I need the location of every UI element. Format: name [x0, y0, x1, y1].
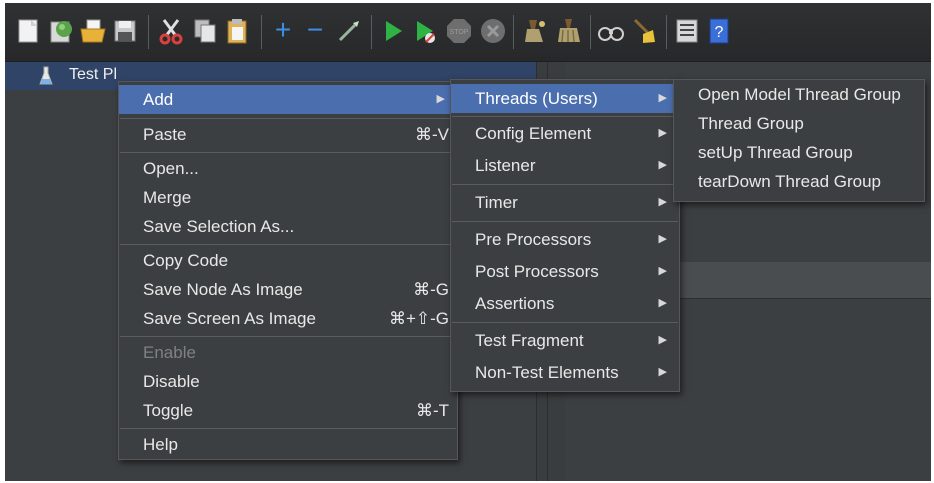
menu-item-copy-code[interactable]: Copy Code [119, 246, 457, 275]
menu-separator [452, 221, 678, 222]
submenu-item-post-processors[interactable]: Post Processors ▶ [451, 257, 679, 286]
new-icon[interactable] [14, 17, 42, 45]
menu-item-disable[interactable]: Disable [119, 367, 457, 396]
svg-text:STOP: STOP [450, 29, 469, 36]
menu-item-paste[interactable]: Paste ⌘-V [119, 120, 457, 149]
submenu-item-teardown-thread-group[interactable]: tearDown Thread Group [674, 167, 924, 196]
toggle-icon[interactable] [335, 17, 363, 45]
toolbar: + − STOP ? [5, 3, 931, 62]
shutdown-icon[interactable] [479, 17, 507, 45]
threads-submenu: Open Model Thread Group Thread Group set… [673, 79, 925, 202]
menu-item-merge[interactable]: Merge [119, 183, 457, 212]
submenu-item-assertions[interactable]: Assertions ▶ [451, 289, 679, 318]
submenu-item-open-model-thread-group[interactable]: Open Model Thread Group [674, 80, 924, 109]
paste-icon[interactable] [223, 17, 251, 45]
toolbar-separator [261, 15, 262, 49]
stop-icon[interactable]: STOP [445, 17, 473, 45]
toolbar-separator [666, 15, 667, 49]
add-submenu: Threads (Users) ▶ Config Element ▶ Liste… [450, 79, 680, 392]
toolbar-separator [148, 15, 149, 49]
help-icon[interactable]: ? [705, 17, 733, 45]
menu-separator [120, 336, 456, 337]
menu-separator [120, 152, 456, 153]
menu-item-save-selection-as[interactable]: Save Selection As... [119, 212, 457, 241]
submenu-item-non-test-elements[interactable]: Non-Test Elements ▶ [451, 358, 679, 387]
menu-separator [452, 184, 678, 185]
collapse-icon[interactable]: − [301, 14, 329, 46]
toolbar-separator [371, 15, 372, 49]
menu-item-help[interactable]: Help [119, 430, 457, 459]
clear-all-icon[interactable] [555, 17, 583, 45]
expand-icon[interactable]: + [269, 14, 297, 46]
templates-icon[interactable] [47, 17, 75, 45]
menu-separator [452, 116, 678, 117]
flask-icon [39, 66, 53, 85]
toolbar-separator [513, 15, 514, 49]
context-menu: Add ▶ Paste ⌘-V Open... Merge Save Selec… [118, 81, 458, 460]
clear-icon[interactable] [521, 17, 549, 45]
submenu-item-config-element[interactable]: Config Element ▶ [451, 119, 679, 148]
cut-icon[interactable] [157, 17, 185, 45]
tree-node-label: Test Pl [69, 66, 118, 83]
open-icon[interactable] [79, 17, 107, 45]
menu-separator [120, 244, 456, 245]
menu-separator [120, 118, 456, 119]
submenu-item-listener[interactable]: Listener ▶ [451, 151, 679, 180]
submenu-item-thread-group[interactable]: Thread Group [674, 109, 924, 138]
submenu-item-pre-processors[interactable]: Pre Processors ▶ [451, 225, 679, 254]
start-no-pauses-icon[interactable] [411, 17, 439, 45]
menu-item-save-screen-as-image[interactable]: Save Screen As Image ⌘+⇧-G [119, 304, 457, 333]
menu-item-open[interactable]: Open... [119, 154, 457, 183]
start-icon[interactable] [379, 17, 407, 45]
svg-text:?: ? [715, 24, 724, 41]
menu-separator [452, 322, 678, 323]
submenu-item-threads-users[interactable]: Threads (Users) ▶ [451, 84, 679, 113]
search-icon[interactable] [597, 17, 625, 45]
submenu-item-setup-thread-group[interactable]: setUp Thread Group [674, 138, 924, 167]
submenu-item-test-fragment[interactable]: Test Fragment ▶ [451, 326, 679, 355]
toolbar-separator [590, 15, 591, 49]
save-icon[interactable] [111, 17, 139, 45]
copy-icon[interactable] [191, 17, 219, 45]
reset-search-icon[interactable] [629, 17, 657, 45]
menu-item-toggle[interactable]: Toggle ⌘-T [119, 396, 457, 425]
menu-item-enable: Enable [143, 343, 196, 362]
jmeter-window: + − STOP ? Test Pl Add ▶ Paste ⌘-V Open.… [5, 3, 931, 481]
menu-item-save-node-as-image[interactable]: Save Node As Image ⌘-G [119, 275, 457, 304]
menu-item-add[interactable]: Add ▶ [119, 85, 457, 114]
submenu-item-timer[interactable]: Timer ▶ [451, 188, 679, 217]
function-helper-icon[interactable] [673, 17, 701, 45]
menu-separator [120, 428, 456, 429]
